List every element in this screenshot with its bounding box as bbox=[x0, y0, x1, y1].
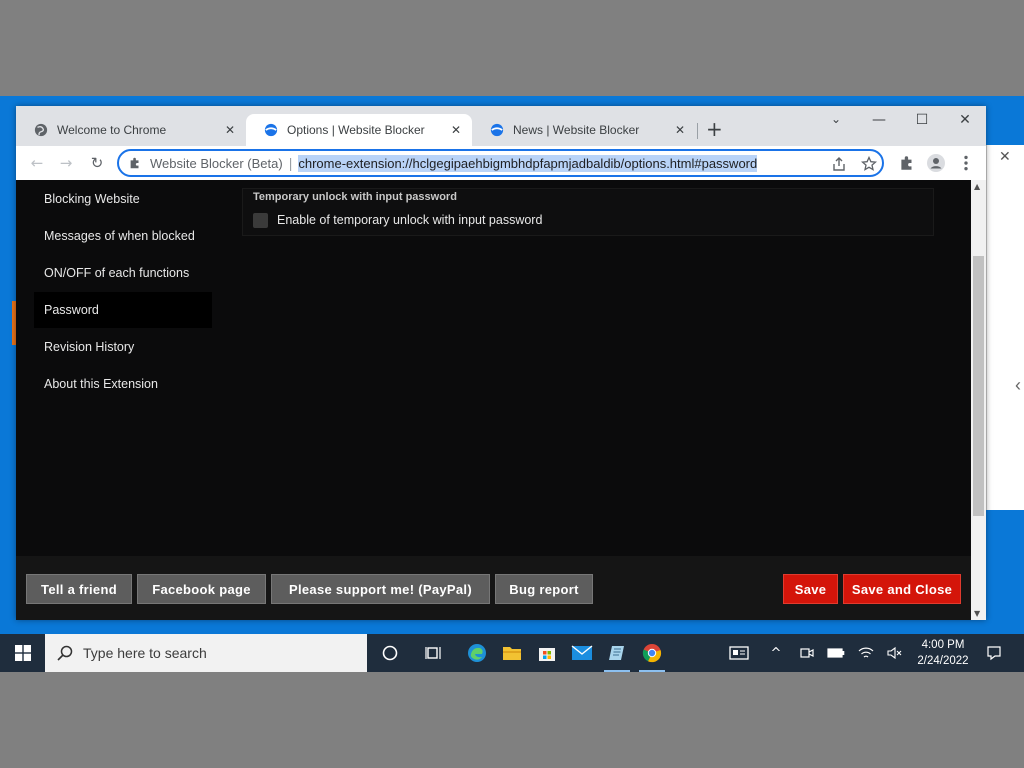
scroll-down-icon[interactable]: ▼ bbox=[974, 609, 980, 618]
battery-icon[interactable] bbox=[824, 634, 848, 672]
globe-icon bbox=[34, 123, 48, 137]
windows-logo-icon bbox=[14, 645, 31, 661]
facebook-page-button[interactable]: Facebook page bbox=[137, 574, 266, 604]
clock-date: 2/24/2022 bbox=[917, 655, 969, 667]
save-button[interactable]: Save bbox=[783, 574, 838, 604]
extension-puzzle-icon bbox=[130, 157, 139, 169]
sidebar-item-on-off[interactable]: ON/OFF of each functions bbox=[34, 255, 212, 291]
browser-window: Welcome to Chrome ✕ Options | Website Bl… bbox=[16, 106, 986, 620]
tab-options[interactable]: Options | Website Blocker ✕ bbox=[246, 114, 472, 146]
tab-title: News | Website Blocker bbox=[513, 123, 640, 137]
extension-origin: Website Blocker (Beta) bbox=[150, 155, 283, 171]
url-text[interactable]: chrome-extension://hclgegipaehbigmbhdpfa… bbox=[298, 154, 758, 172]
chevron-left-icon: ‹ bbox=[1015, 375, 1021, 395]
temporary-unlock-checkbox[interactable] bbox=[253, 213, 268, 228]
temporary-unlock-label[interactable]: Enable of temporary unlock with input pa… bbox=[277, 213, 542, 227]
extensions-icon[interactable] bbox=[898, 154, 916, 172]
tab-title: Welcome to Chrome bbox=[57, 123, 167, 137]
sidebar-item-password[interactable]: Password bbox=[34, 292, 212, 328]
tell-a-friend-button[interactable]: Tell a friend bbox=[26, 574, 132, 604]
edge-browser-icon[interactable] bbox=[460, 634, 494, 672]
close-icon[interactable]: ✕ bbox=[999, 149, 1011, 165]
meet-now-icon[interactable] bbox=[795, 634, 819, 672]
news-widget-icon[interactable] bbox=[724, 634, 754, 672]
background-window: ✕ ‹ bbox=[986, 145, 1024, 510]
sidebar-item-revision-history[interactable]: Revision History bbox=[34, 329, 212, 365]
tab-news[interactable]: News | Website Blocker ✕ bbox=[472, 114, 696, 146]
browser-toolbar: ← → ↻ Website Blocker (Beta) | chrome-ex… bbox=[16, 146, 986, 180]
back-arrow-icon[interactable]: ← bbox=[26, 152, 48, 174]
website-blocker-icon bbox=[264, 123, 278, 137]
window-close-icon[interactable]: ✕ bbox=[950, 112, 980, 128]
search-icon bbox=[57, 645, 73, 661]
notifications-icon[interactable] bbox=[982, 634, 1006, 672]
taskbar-search-box[interactable]: Type here to search bbox=[45, 634, 367, 672]
close-tab-icon[interactable]: ✕ bbox=[222, 123, 238, 137]
bug-report-button[interactable]: Bug report bbox=[495, 574, 593, 604]
file-explorer-icon[interactable] bbox=[495, 634, 529, 672]
kebab-menu-icon[interactable] bbox=[957, 154, 975, 172]
section-title: Temporary unlock with input password bbox=[253, 191, 457, 203]
clock-time: 4:00 PM bbox=[921, 639, 965, 651]
show-hidden-icons-icon[interactable]: ^ bbox=[764, 634, 788, 672]
temporary-unlock-section: Temporary unlock with input password Ena… bbox=[242, 188, 934, 236]
taskbar-clock[interactable]: 4:00 PM 2/24/2022 bbox=[910, 637, 976, 669]
sidebar-item-blocking-website[interactable]: Blocking Website bbox=[34, 181, 212, 217]
microsoft-store-icon[interactable] bbox=[530, 634, 564, 672]
scrollbar-thumb[interactable] bbox=[973, 256, 984, 516]
website-blocker-icon bbox=[490, 123, 504, 137]
scroll-up-icon[interactable]: ▲ bbox=[974, 182, 980, 191]
save-and-close-button[interactable]: Save and Close bbox=[843, 574, 961, 604]
mail-icon[interactable] bbox=[565, 634, 599, 672]
search-placeholder: Type here to search bbox=[83, 645, 207, 661]
share-icon[interactable] bbox=[831, 156, 847, 172]
forward-arrow-icon[interactable]: → bbox=[55, 152, 77, 174]
pinned-app-icon[interactable] bbox=[600, 634, 634, 672]
network-icon[interactable] bbox=[854, 634, 878, 672]
new-tab-icon[interactable]: + bbox=[706, 117, 723, 141]
tab-search-chevron-icon[interactable]: ⌄ bbox=[821, 112, 851, 126]
close-tab-icon[interactable]: ✕ bbox=[672, 123, 688, 137]
sidebar-item-about[interactable]: About this Extension bbox=[34, 366, 212, 402]
profile-avatar-icon[interactable] bbox=[927, 154, 945, 172]
reload-icon[interactable]: ↻ bbox=[86, 152, 108, 174]
maximize-icon[interactable]: ☐ bbox=[907, 112, 937, 128]
windows-taskbar: Type here to search ^ 4:00 PM 2/24/2022 bbox=[0, 634, 1024, 672]
paypal-support-button[interactable]: Please support me! (PayPal) bbox=[271, 574, 490, 604]
start-button[interactable] bbox=[0, 634, 45, 672]
bookmark-star-icon[interactable] bbox=[861, 156, 877, 172]
address-bar[interactable]: Website Blocker (Beta) | chrome-extensio… bbox=[117, 149, 884, 177]
options-footer: Tell a friend Facebook page Please suppo… bbox=[16, 556, 971, 620]
tab-separator bbox=[697, 123, 698, 139]
options-sidebar: Blocking Website Messages of when blocke… bbox=[16, 180, 221, 550]
sidebar-item-messages[interactable]: Messages of when blocked bbox=[34, 218, 212, 254]
minimize-icon[interactable]: — bbox=[864, 112, 894, 128]
task-view-icon[interactable] bbox=[417, 634, 451, 672]
cortana-icon[interactable] bbox=[373, 634, 407, 672]
close-tab-icon[interactable]: ✕ bbox=[448, 123, 464, 137]
options-page: Blocking Website Messages of when blocke… bbox=[16, 180, 971, 620]
chrome-icon[interactable] bbox=[635, 634, 669, 672]
tab-strip: Welcome to Chrome ✕ Options | Website Bl… bbox=[16, 106, 986, 146]
tab-title: Options | Website Blocker bbox=[287, 123, 425, 137]
page-scrollbar[interactable]: ▲ ▼ bbox=[971, 180, 986, 620]
volume-muted-icon[interactable] bbox=[883, 634, 907, 672]
origin-separator: | bbox=[288, 155, 293, 171]
tab-welcome[interactable]: Welcome to Chrome ✕ bbox=[16, 114, 246, 146]
